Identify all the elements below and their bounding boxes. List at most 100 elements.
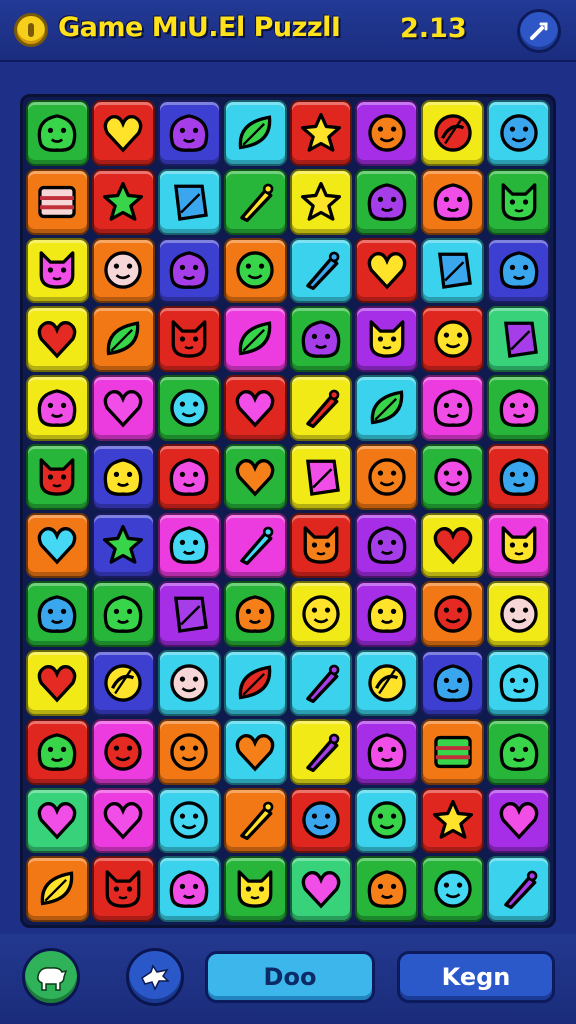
tile-r3-c7[interactable] bbox=[421, 237, 485, 304]
tile-r11-c3[interactable] bbox=[157, 787, 221, 854]
tile-r11-c7[interactable] bbox=[421, 787, 485, 854]
doo-button[interactable]: Doo bbox=[205, 951, 375, 1003]
tile-r6-c1[interactable] bbox=[26, 443, 89, 510]
tile-r1-c1[interactable] bbox=[26, 100, 89, 166]
tile-r2-c4[interactable] bbox=[223, 168, 287, 235]
tile-r3-c2[interactable] bbox=[91, 237, 155, 304]
tile-r3-c4[interactable] bbox=[223, 237, 287, 304]
tile-r1-c5[interactable] bbox=[289, 100, 353, 166]
tile-r9-c6[interactable] bbox=[355, 650, 419, 716]
tile-r2-c1[interactable] bbox=[26, 168, 89, 235]
tile-r5-c8[interactable] bbox=[487, 375, 550, 441]
tile-r11-c6[interactable] bbox=[355, 787, 419, 854]
tile-r10-c1[interactable] bbox=[26, 718, 89, 785]
tile-r4-c1[interactable] bbox=[26, 306, 89, 372]
tile-r12-c7[interactable] bbox=[421, 856, 485, 922]
tile-r5-c3[interactable] bbox=[157, 375, 221, 441]
tile-r9-c1[interactable] bbox=[26, 650, 89, 716]
tile-r5-c5[interactable] bbox=[289, 375, 353, 441]
tile-r7-c2[interactable] bbox=[91, 512, 155, 579]
tile-r12-c5[interactable] bbox=[289, 856, 353, 922]
animal-button[interactable] bbox=[22, 948, 80, 1006]
tile-r4-c4[interactable] bbox=[223, 306, 287, 372]
tile-r8-c5[interactable] bbox=[289, 581, 353, 647]
tile-r4-c5[interactable] bbox=[289, 306, 353, 372]
kegn-button[interactable]: Kegn bbox=[397, 951, 555, 1003]
tile-r6-c2[interactable] bbox=[91, 443, 155, 510]
tile-r10-c4[interactable] bbox=[223, 718, 287, 785]
tile-r9-c3[interactable] bbox=[157, 650, 221, 716]
tile-r12-c8[interactable] bbox=[487, 856, 550, 922]
tile-r1-c6[interactable] bbox=[355, 100, 419, 166]
tile-r3-c3[interactable] bbox=[157, 237, 221, 304]
tile-r2-c8[interactable] bbox=[487, 168, 550, 235]
tile-r9-c2[interactable] bbox=[91, 650, 155, 716]
tile-r8-c3[interactable] bbox=[157, 581, 221, 647]
tile-r7-c3[interactable] bbox=[157, 512, 221, 579]
tile-r8-c2[interactable] bbox=[91, 581, 155, 647]
tile-r3-c6[interactable] bbox=[355, 237, 419, 304]
tile-r7-c1[interactable] bbox=[26, 512, 89, 579]
tile-r10-c2[interactable] bbox=[91, 718, 155, 785]
tile-r11-c2[interactable] bbox=[91, 787, 155, 854]
tile-r7-c8[interactable] bbox=[487, 512, 550, 579]
tile-r12-c1[interactable] bbox=[26, 856, 89, 922]
tile-r5-c6[interactable] bbox=[355, 375, 419, 441]
tile-r6-c4[interactable] bbox=[223, 443, 287, 510]
tile-r9-c5[interactable] bbox=[289, 650, 353, 716]
tile-r3-c5[interactable] bbox=[289, 237, 353, 304]
tile-r8-c6[interactable] bbox=[355, 581, 419, 647]
tile-r12-c4[interactable] bbox=[223, 856, 287, 922]
tile-r6-c6[interactable] bbox=[355, 443, 419, 510]
tile-r9-c4[interactable] bbox=[223, 650, 287, 716]
tile-r6-c7[interactable] bbox=[421, 443, 485, 510]
tile-r7-c7[interactable] bbox=[421, 512, 485, 579]
tile-r11-c1[interactable] bbox=[26, 787, 89, 854]
tile-r5-c2[interactable] bbox=[91, 375, 155, 441]
tile-r8-c4[interactable] bbox=[223, 581, 287, 647]
tile-r2-c2[interactable] bbox=[91, 168, 155, 235]
tile-r1-c8[interactable] bbox=[487, 100, 550, 166]
tile-r4-c8[interactable] bbox=[487, 306, 550, 372]
settings-button[interactable] bbox=[517, 9, 561, 53]
tile-r3-c8[interactable] bbox=[487, 237, 550, 304]
tile-r2-c5[interactable] bbox=[289, 168, 353, 235]
tile-r2-c7[interactable] bbox=[421, 168, 485, 235]
tile-r5-c1[interactable] bbox=[26, 375, 89, 441]
tile-r10-c8[interactable] bbox=[487, 718, 550, 785]
tile-r4-c2[interactable] bbox=[91, 306, 155, 372]
tile-r5-c4[interactable] bbox=[223, 375, 287, 441]
tile-r12-c6[interactable] bbox=[355, 856, 419, 922]
tile-r1-c4[interactable] bbox=[223, 100, 287, 166]
tile-r1-c3[interactable] bbox=[157, 100, 221, 166]
tile-r12-c2[interactable] bbox=[91, 856, 155, 922]
tile-r2-c3[interactable] bbox=[157, 168, 221, 235]
tile-r11-c5[interactable] bbox=[289, 787, 353, 854]
tile-r1-c7[interactable] bbox=[421, 100, 485, 166]
tile-r3-c1[interactable] bbox=[26, 237, 89, 304]
tile-r9-c8[interactable] bbox=[487, 650, 550, 716]
tile-r8-c7[interactable] bbox=[421, 581, 485, 647]
tile-r10-c3[interactable] bbox=[157, 718, 221, 785]
tile-r10-c6[interactable] bbox=[355, 718, 419, 785]
tile-r4-c7[interactable] bbox=[421, 306, 485, 372]
tile-r12-c3[interactable] bbox=[157, 856, 221, 922]
dragon-button[interactable] bbox=[126, 948, 184, 1006]
tile-r9-c7[interactable] bbox=[421, 650, 485, 716]
tile-r6-c8[interactable] bbox=[487, 443, 550, 510]
tile-r11-c8[interactable] bbox=[487, 787, 550, 854]
tile-r6-c5[interactable] bbox=[289, 443, 353, 510]
tile-r11-c4[interactable] bbox=[223, 787, 287, 854]
tile-r8-c1[interactable] bbox=[26, 581, 89, 647]
tile-r7-c5[interactable] bbox=[289, 512, 353, 579]
tile-r4-c6[interactable] bbox=[355, 306, 419, 372]
tile-r2-c6[interactable] bbox=[355, 168, 419, 235]
tile-r4-c3[interactable] bbox=[157, 306, 221, 372]
tile-r7-c4[interactable] bbox=[223, 512, 287, 579]
tile-r8-c8[interactable] bbox=[487, 581, 550, 647]
tile-r10-c5[interactable] bbox=[289, 718, 353, 785]
tile-r6-c3[interactable] bbox=[157, 443, 221, 510]
tile-r10-c7[interactable] bbox=[421, 718, 485, 785]
tile-r1-c2[interactable] bbox=[91, 100, 155, 166]
tile-r5-c7[interactable] bbox=[421, 375, 485, 441]
